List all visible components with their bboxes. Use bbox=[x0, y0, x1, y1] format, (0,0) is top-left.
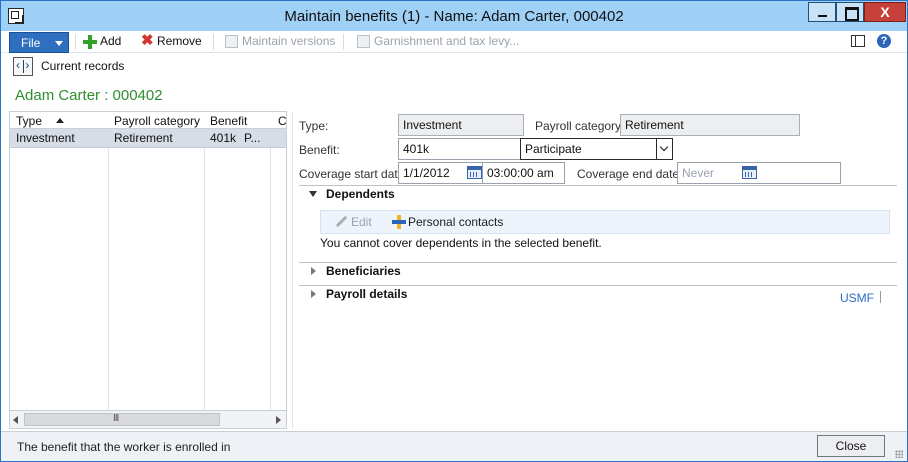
benefits-window: Maintain benefits (1) - Name: Adam Carte… bbox=[0, 0, 908, 462]
fasttab-payroll-details: Payroll details bbox=[299, 285, 897, 307]
company-link[interactable]: USMF bbox=[840, 291, 874, 305]
coverage-start-label: Coverage start date: bbox=[299, 167, 408, 181]
calendar-icon[interactable] bbox=[467, 166, 482, 179]
file-menu-label: File bbox=[21, 36, 41, 50]
column-divider bbox=[204, 112, 205, 412]
close-button[interactable]: Close bbox=[817, 435, 885, 457]
edit-button[interactable]: Edit bbox=[351, 215, 372, 229]
grid-header: Type Payroll category Benefit C bbox=[10, 112, 286, 129]
status-text: The benefit that the worker is enrolled … bbox=[17, 440, 231, 454]
sort-ascending-icon bbox=[56, 118, 64, 123]
column-header-payroll-category[interactable]: Payroll category bbox=[114, 114, 200, 128]
fasttab-beneficiaries-header[interactable]: Beneficiaries bbox=[299, 262, 897, 282]
add-button[interactable]: Add bbox=[83, 34, 123, 50]
collapsed-triangle-icon bbox=[311, 290, 316, 298]
status-bar: The benefit that the worker is enrolled … bbox=[1, 431, 907, 461]
scroll-thumb[interactable] bbox=[24, 413, 220, 426]
cell-type: Investment bbox=[16, 131, 75, 145]
remove-button[interactable]: ✖ Remove bbox=[140, 32, 202, 50]
remove-icon: ✖ bbox=[141, 32, 154, 49]
garnishment-icon bbox=[357, 35, 370, 48]
calendar-icon[interactable] bbox=[742, 166, 757, 179]
chevron-down-icon bbox=[55, 41, 63, 46]
coverage-end-label: Coverage end date: bbox=[577, 167, 683, 181]
window-title: Maintain benefits (1) - Name: Adam Carte… bbox=[284, 8, 624, 25]
maintain-versions-button[interactable]: Maintain versions bbox=[225, 34, 336, 50]
column-header-type[interactable]: Type bbox=[16, 114, 42, 128]
cell-payroll-category: Retirement bbox=[114, 131, 173, 145]
company-divider bbox=[880, 291, 881, 303]
benefit-option-select[interactable]: Participate bbox=[520, 138, 673, 160]
maintain-versions-label: Maintain versions bbox=[242, 34, 336, 48]
remove-button-label: Remove bbox=[157, 34, 202, 48]
collapsed-triangle-icon bbox=[311, 267, 316, 275]
column-header-benefit[interactable]: Benefit bbox=[210, 114, 247, 128]
versions-icon bbox=[225, 35, 238, 48]
benefit-field[interactable]: 401k bbox=[398, 138, 521, 160]
garnishment-label: Garnishment and tax levy... bbox=[374, 34, 520, 48]
fasttab-payroll-details-header[interactable]: Payroll details bbox=[299, 285, 897, 305]
resize-grip-icon[interactable] bbox=[895, 450, 903, 458]
benefits-grid: Type Payroll category Benefit C Investme… bbox=[9, 111, 287, 429]
fasttab-beneficiaries-title: Beneficiaries bbox=[326, 264, 401, 278]
expanded-triangle-icon bbox=[309, 191, 317, 197]
action-pane: File Add ✖ Remove Maintain versions Garn… bbox=[1, 31, 907, 53]
dependents-toolbar: Edit Personal contacts bbox=[320, 210, 890, 234]
cell-extra: P... bbox=[244, 131, 261, 145]
add-icon bbox=[83, 35, 97, 49]
help-icon[interactable]: ? bbox=[877, 34, 891, 48]
toggle-list-icon[interactable] bbox=[13, 57, 33, 76]
title-bar: Maintain benefits (1) - Name: Adam Carte… bbox=[1, 1, 907, 31]
table-row[interactable]: Investment Retirement 401k P... bbox=[10, 129, 286, 148]
payroll-category-label: Payroll category: bbox=[535, 119, 625, 133]
fasttab-dependents-header[interactable]: Dependents bbox=[299, 185, 897, 205]
toolbar-separator bbox=[343, 34, 344, 50]
edit-pencil-icon bbox=[335, 216, 347, 228]
column-divider bbox=[270, 112, 271, 412]
type-label: Type: bbox=[299, 119, 329, 133]
layout-icon[interactable] bbox=[851, 35, 865, 47]
garnishment-button[interactable]: Garnishment and tax levy... bbox=[357, 34, 519, 50]
dependents-message: You cannot cover dependents in the selec… bbox=[320, 236, 602, 250]
chevron-down-icon[interactable] bbox=[656, 139, 672, 159]
scroll-left-icon[interactable] bbox=[13, 416, 18, 424]
add-button-label: Add bbox=[100, 34, 122, 48]
cell-benefit: 401k bbox=[210, 131, 237, 145]
benefit-label: Benefit: bbox=[299, 143, 340, 157]
scroll-right-icon[interactable] bbox=[276, 416, 281, 424]
record-title: Adam Carter : 000402 bbox=[15, 87, 163, 104]
maximize-button[interactable] bbox=[836, 2, 864, 22]
detail-pane: Type: Investment Payroll category: Retir… bbox=[292, 111, 898, 429]
close-icon: X bbox=[880, 4, 890, 20]
personal-contacts-button[interactable]: Personal contacts bbox=[408, 215, 503, 229]
horizontal-scrollbar[interactable] bbox=[10, 410, 286, 428]
file-menu-button[interactable]: File bbox=[9, 32, 69, 53]
current-records-label[interactable]: Current records bbox=[41, 59, 124, 73]
column-divider bbox=[108, 112, 109, 412]
toolbar-separator bbox=[213, 34, 214, 50]
close-window-button[interactable]: X bbox=[864, 2, 906, 22]
toolbar-separator bbox=[75, 34, 76, 50]
minimize-button[interactable] bbox=[808, 2, 836, 22]
personal-contacts-icon bbox=[392, 215, 406, 229]
fasttab-payroll-details-title: Payroll details bbox=[326, 287, 408, 301]
coverage-end-date-field[interactable]: Never bbox=[677, 162, 841, 184]
coverage-start-time-field[interactable]: 03:00:00 am bbox=[482, 162, 565, 184]
type-field: Investment bbox=[398, 114, 524, 136]
payroll-category-field: Retirement bbox=[620, 114, 800, 136]
fasttab-beneficiaries: Beneficiaries bbox=[299, 262, 897, 284]
column-header-truncated[interactable]: C bbox=[278, 114, 286, 128]
fasttab-dependents-title: Dependents bbox=[326, 187, 395, 201]
benefit-option-value: Participate bbox=[525, 142, 582, 156]
